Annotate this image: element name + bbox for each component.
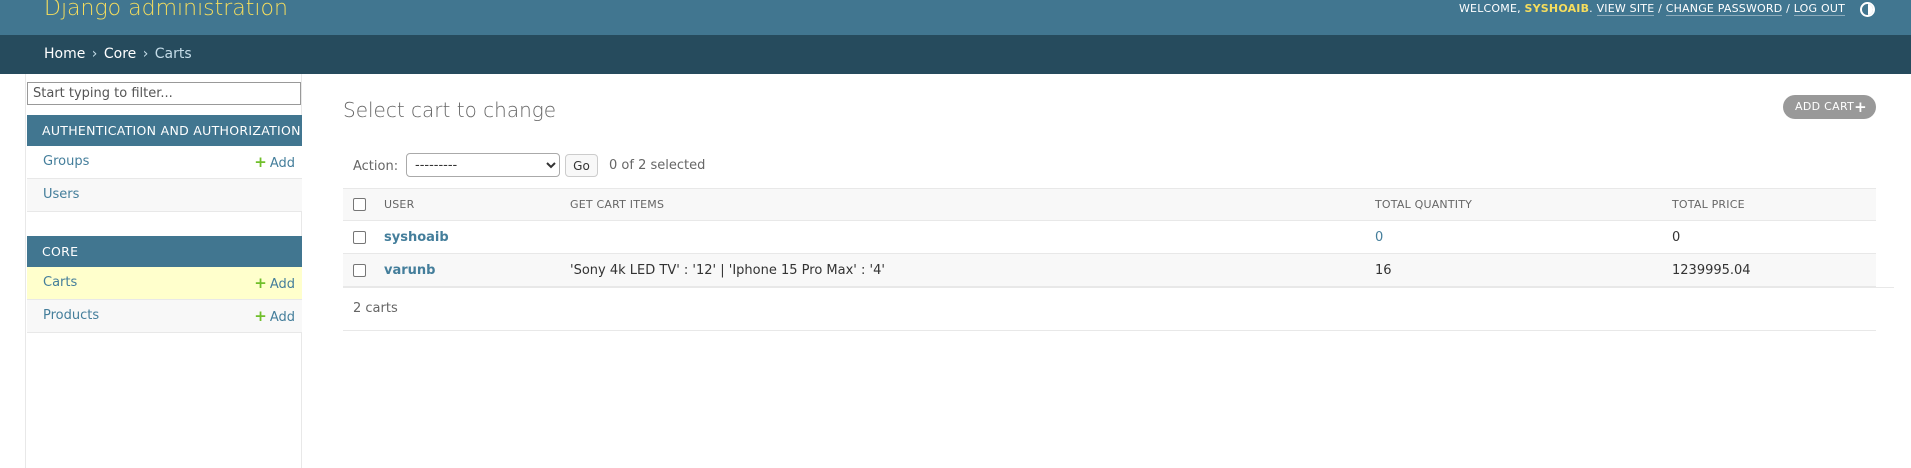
quantity-cell: 16: [1367, 253, 1664, 287]
user-cell: varunb: [376, 253, 562, 287]
add-label: Add: [269, 277, 295, 292]
welcome-suffix: .: [1589, 2, 1593, 15]
plus-icon: +: [1854, 98, 1867, 116]
plus-icon: +: [254, 274, 267, 292]
sidebar-item-carts: Carts + Add: [27, 267, 302, 300]
table-row: varunb 'Sony 4k LED TV' : '12' | 'Iphone…: [343, 253, 1876, 287]
add-products-link[interactable]: + Add: [254, 307, 295, 325]
sidebar-item-users-link[interactable]: Users: [43, 187, 79, 202]
module-caption-auth[interactable]: Authentication and Authorization: [27, 115, 302, 146]
breadcrumb-core[interactable]: Core: [104, 46, 136, 62]
paginator: 2 carts: [343, 288, 1876, 331]
username: syshoaib: [1524, 2, 1590, 15]
quantity-cell: 0: [1367, 220, 1664, 254]
user-link[interactable]: varunb: [384, 263, 435, 278]
add-label: Add: [269, 310, 295, 325]
view-site-link[interactable]: View site: [1596, 2, 1655, 16]
action-select[interactable]: ---------: [406, 153, 560, 177]
sidebar-item-groups-link[interactable]: Groups: [43, 154, 89, 169]
breadcrumb-separator: ›: [142, 46, 149, 62]
module-auth: Authentication and Authorization Groups …: [27, 115, 302, 212]
nav-sidebar: Authentication and Authorization Groups …: [0, 74, 302, 468]
row-checkbox[interactable]: [353, 230, 366, 244]
plus-icon: +: [254, 307, 267, 325]
theme-toggle-icon[interactable]: [1860, 2, 1875, 17]
select-all-cell: [343, 188, 376, 221]
breadcrumb-current: Carts: [154, 46, 192, 62]
row-checkbox[interactable]: [353, 263, 366, 277]
welcome-text: Welcome,: [1458, 2, 1525, 15]
items-cell: [562, 220, 1367, 254]
sidebar-item-groups: Groups + Add: [27, 146, 302, 179]
sidebar-item-users: Users: [27, 179, 302, 212]
add-label: Add: [269, 156, 295, 171]
log-out-link[interactable]: Log out: [1793, 2, 1845, 16]
row-check-cell: [343, 253, 376, 287]
plus-icon: +: [254, 153, 267, 171]
sidebar-item-carts-link[interactable]: Carts: [43, 275, 77, 290]
add-cart-button[interactable]: Add cart +: [1783, 95, 1876, 119]
separator: /: [1786, 2, 1791, 15]
nav-filter-input[interactable]: [27, 82, 301, 105]
breadcrumb: Home › Core › Carts: [0, 35, 1911, 74]
price-cell: 1239995.04: [1664, 253, 1876, 287]
go-button[interactable]: Go: [565, 154, 598, 177]
selected-counter: 0 of 2 selected: [609, 158, 706, 173]
sidebar-border: [25, 74, 26, 468]
table-header-row: User Get cart items Total quantity Total…: [343, 188, 1876, 221]
row-check-cell: [343, 220, 376, 254]
column-header-user[interactable]: User: [376, 188, 562, 221]
user-link[interactable]: syshoaib: [384, 230, 449, 245]
add-groups-link[interactable]: + Add: [254, 153, 295, 171]
actions-bar: Action: --------- Go 0 of 2 selected: [343, 150, 1876, 188]
select-all-checkbox[interactable]: [353, 198, 366, 212]
sidebar-item-products-link[interactable]: Products: [43, 308, 99, 323]
module-core: Core Carts + Add Products + Add: [27, 236, 302, 333]
user-cell: syshoaib: [376, 220, 562, 254]
add-cart-label: Add cart: [1795, 100, 1855, 113]
change-password-link[interactable]: Change password: [1665, 2, 1783, 16]
sidebar-item-products: Products + Add: [27, 300, 302, 333]
site-name[interactable]: Django administration: [44, 0, 288, 21]
breadcrumb-home[interactable]: Home: [44, 46, 85, 62]
result-table: User Get cart items Total quantity Total…: [343, 188, 1876, 287]
items-cell: 'Sony 4k LED TV' : '12' | 'Iphone 15 Pro…: [562, 253, 1367, 287]
page-title: Select cart to change: [343, 98, 557, 122]
breadcrumb-separator: ›: [91, 46, 98, 62]
price-cell: 0: [1664, 220, 1876, 254]
user-tools: Welcome, syshoaib. View site / Change pa…: [1458, 2, 1845, 16]
add-carts-link[interactable]: + Add: [254, 274, 295, 292]
column-header-price[interactable]: Total price: [1664, 188, 1876, 221]
module-caption-core[interactable]: Core: [27, 236, 302, 267]
column-header-items[interactable]: Get cart items: [562, 188, 1367, 221]
header-bar: Django administration Welcome, syshoaib.…: [0, 0, 1911, 35]
separator: /: [1658, 2, 1662, 15]
action-label: Action:: [353, 159, 399, 174]
table-row: syshoaib 0 0: [343, 220, 1876, 254]
column-header-quantity[interactable]: Total quantity: [1367, 188, 1664, 221]
